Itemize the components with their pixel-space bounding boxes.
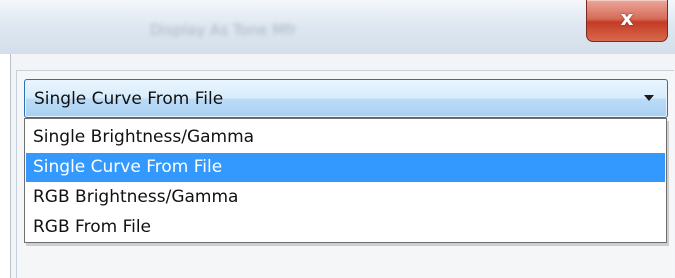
chevron-down-icon[interactable] bbox=[644, 95, 654, 101]
option-rgb-from-file[interactable]: RGB From File bbox=[26, 213, 665, 242]
dropdown-list: Single Brightness/Gamma Single Curve Fro… bbox=[24, 118, 667, 243]
selected-value: Single Curve From File bbox=[34, 89, 224, 109]
window-title: Display As Tone Mfr bbox=[150, 21, 297, 39]
curve-type-select[interactable]: Single Curve From File bbox=[24, 79, 668, 118]
close-icon: x bbox=[620, 6, 634, 30]
option-rgb-brightness-gamma[interactable]: RGB Brightness/Gamma bbox=[26, 183, 665, 212]
option-single-curve-from-file[interactable]: Single Curve From File bbox=[26, 153, 665, 182]
title-bar: Display As Tone Mfr x bbox=[0, 0, 675, 54]
dialog-window: Display As Tone Mfr x Single Curve From … bbox=[0, 0, 675, 278]
option-single-brightness-gamma[interactable]: Single Brightness/Gamma bbox=[26, 123, 665, 152]
close-button[interactable]: x bbox=[586, 0, 668, 42]
